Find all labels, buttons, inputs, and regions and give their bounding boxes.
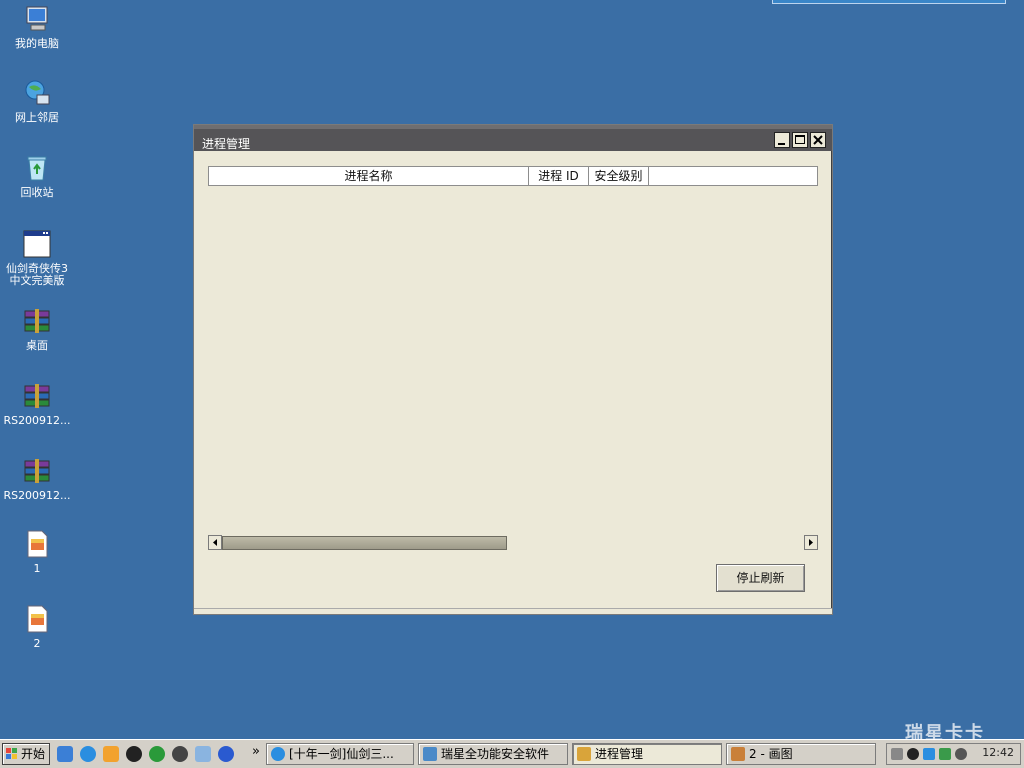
close-icon — [813, 135, 823, 145]
window-titlebar[interactable]: 进程管理 — [194, 125, 832, 151]
quicklaunch-show-desktop-icon[interactable] — [57, 746, 73, 762]
quicklaunch-browser-icon[interactable] — [149, 746, 165, 762]
quicklaunch-qq-icon[interactable] — [126, 746, 142, 762]
system-tray: 12:42 — [886, 743, 1021, 765]
process-manager-window: 进程管理 进程名称 进程 ID 安全级别 停止刷新 — [193, 124, 833, 615]
qq-tray-icon[interactable] — [907, 748, 919, 760]
stop-refresh-button[interactable]: 停止刷新 — [716, 564, 805, 592]
minimize-button[interactable] — [774, 132, 790, 148]
network-tray-icon[interactable] — [923, 748, 935, 760]
desktop-icon-desktop-archive[interactable]: 桌面 — [0, 305, 74, 352]
task-button-rising-security[interactable]: 瑞星全功能安全软件 — [418, 743, 568, 765]
desktop-icon-label: 回收站 — [20, 186, 54, 199]
desktop-icon-label: 我的电脑 — [15, 37, 59, 50]
task-button-pal3-forum[interactable]: [十年一剑]仙剑三... — [266, 743, 414, 765]
gear-icon — [577, 747, 591, 761]
image-file-icon — [27, 530, 48, 558]
desktop-icon-rs-archive-2[interactable]: RS200912... — [0, 455, 74, 502]
desktop-icon-label: 桌面 — [26, 339, 48, 352]
top-widget — [772, 0, 1006, 4]
desktop-icon-my-computer[interactable]: 我的电脑 — [0, 3, 74, 50]
quicklaunch-ie-icon[interactable] — [80, 746, 96, 762]
arrow-right-icon — [809, 539, 813, 546]
window-title: 进程管理 — [202, 137, 251, 151]
desktop-icon-label: 仙剑奇侠传3 中文完美版 — [6, 262, 68, 287]
quicklaunch-qq2-icon[interactable] — [172, 746, 188, 762]
paint-icon — [731, 747, 745, 761]
desktop-icon-label: 1 — [33, 562, 41, 575]
column-header-security-level[interactable]: 安全级别 — [589, 167, 649, 185]
keyboard-icon[interactable] — [891, 748, 903, 760]
clock[interactable]: 12:42 — [982, 746, 1014, 759]
column-header-process-id[interactable]: 进程 ID — [529, 167, 589, 185]
horizontal-scrollbar[interactable] — [208, 535, 819, 552]
maximize-button[interactable] — [792, 132, 808, 148]
desktop-icon-label: 2 — [33, 637, 41, 650]
quicklaunch-box-icon[interactable] — [195, 746, 211, 762]
desktop-icon-pal3[interactable]: 仙剑奇侠传3 中文完美版 — [0, 228, 74, 287]
winrar-archive-icon — [24, 384, 50, 408]
scroll-left-button[interactable] — [208, 535, 222, 550]
app-window-icon — [23, 230, 51, 258]
my-computer-icon — [26, 6, 48, 31]
window-bottom-edge — [194, 608, 832, 614]
image-file-icon — [27, 605, 48, 633]
quicklaunch-player-icon[interactable] — [218, 746, 234, 762]
maximize-icon — [795, 135, 805, 144]
task-button-process-manager[interactable]: 进程管理 — [572, 743, 722, 765]
task-button-paint[interactable]: 2 - 画图 — [726, 743, 876, 765]
desktop-icon-rs-archive-1[interactable]: RS200912... — [0, 380, 74, 427]
scrollbar-thumb[interactable] — [222, 536, 507, 550]
arrow-left-icon — [213, 539, 217, 546]
taskbar: 开始 » [十年一剑]仙剑三... 瑞星全功能安全软件 进程管理 2 - 画图 … — [0, 739, 1024, 768]
desktop-icon-label: RS200912... — [3, 414, 71, 427]
shield-icon — [423, 747, 437, 761]
windows-flag-icon — [6, 748, 17, 759]
start-label: 开始 — [21, 747, 46, 761]
desktop-icon-network[interactable]: 网上邻居 — [0, 77, 74, 124]
winrar-archive-icon — [24, 459, 50, 483]
minimize-icon — [778, 143, 785, 145]
volume-icon[interactable] — [955, 748, 967, 760]
rising-tray-icon[interactable] — [939, 748, 951, 760]
desktop-icon-recycle-bin[interactable]: 回收站 — [0, 152, 74, 199]
quicklaunch-media-icon[interactable] — [103, 746, 119, 762]
network-places-icon — [25, 80, 50, 105]
recycle-bin-icon — [27, 156, 47, 181]
desktop-icon-image-2[interactable]: 2 — [0, 603, 74, 650]
process-list-header: 进程名称 进程 ID 安全级别 — [208, 166, 818, 186]
close-button[interactable] — [810, 132, 826, 148]
desktop-icon-label: RS200912... — [3, 489, 71, 502]
scroll-right-button[interactable] — [804, 535, 818, 550]
column-header-process-name[interactable]: 进程名称 — [209, 167, 529, 185]
desktop-icon-label: 网上邻居 — [15, 111, 59, 124]
ie-icon — [271, 747, 285, 761]
quicklaunch-more-icon[interactable]: » — [252, 744, 260, 759]
column-header-empty[interactable] — [649, 167, 817, 185]
winrar-archive-icon — [24, 309, 50, 333]
desktop-icon-image-1[interactable]: 1 — [0, 528, 74, 575]
start-button[interactable]: 开始 — [2, 743, 50, 765]
